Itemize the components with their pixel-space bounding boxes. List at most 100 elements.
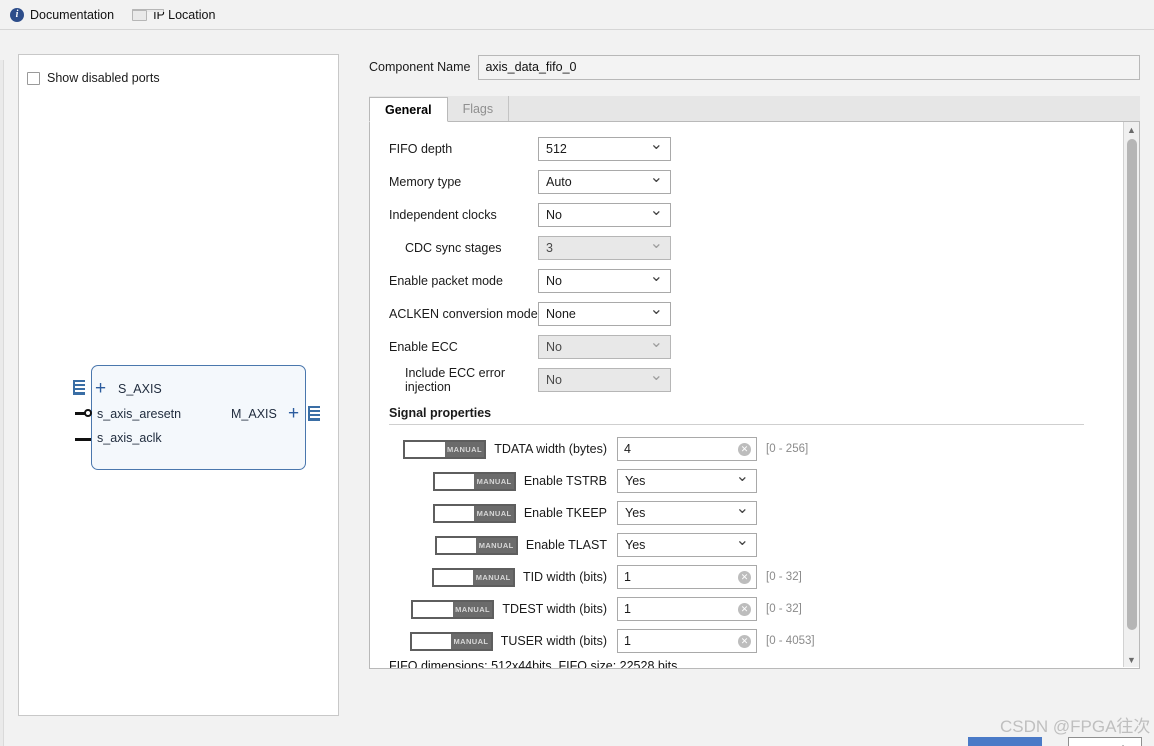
option-dropdown[interactable]: No ⌄ xyxy=(538,267,671,293)
option-dropdown[interactable]: 512 ⌄ xyxy=(538,136,671,161)
manual-auto-toggle[interactable]: MANUAL xyxy=(434,535,518,555)
dialog-body: Show disabled ports + S_AXIS s_axis_ares… xyxy=(0,30,1154,746)
signal-properties-list: MANUAL TDATA width (bytes) 4 ✕ [0 - 256] MANU… xyxy=(370,433,1124,657)
tab-flags[interactable]: Flags xyxy=(448,96,510,121)
manual-auto-toggle[interactable]: MANUAL xyxy=(432,503,516,523)
clear-icon[interactable]: ✕ xyxy=(738,442,751,456)
option-row: FIFO depth 512 ⌄ xyxy=(370,132,1124,165)
toggle-knob xyxy=(436,537,477,553)
manual-auto-toggle[interactable]: MANUAL xyxy=(411,599,495,619)
show-disabled-ports-label: Show disabled ports xyxy=(47,71,160,85)
toggle-manual-label: MANUAL xyxy=(451,633,491,649)
signal-value: 1 xyxy=(624,602,631,616)
scroll-down-icon[interactable]: ▼ xyxy=(1124,652,1140,667)
option-label: CDC sync stages xyxy=(405,240,502,255)
option-label: Memory type xyxy=(389,174,462,189)
signal-property-row: MANUAL Enable TKEEP Yes ⌄ xyxy=(370,497,1124,529)
clear-icon[interactable]: ✕ xyxy=(738,602,751,616)
ip-location-button[interactable]: IP Location xyxy=(132,8,215,22)
value-range-hint: [0 - 4053] xyxy=(766,635,815,647)
signal-value: Yes xyxy=(625,538,646,552)
option-row: Independent clocks No ⌄ xyxy=(370,198,1124,231)
signal-control-group: MANUAL TUSER width (bits) xyxy=(370,631,607,651)
cancel-button[interactable]: Cancel xyxy=(1068,737,1142,746)
value-range-hint: [0 - 256] xyxy=(766,443,809,455)
s-axis-aclk-port-icon xyxy=(75,438,91,441)
option-row: Enable ECC No ⌄ xyxy=(370,330,1124,363)
port-label-s-axis-aresetn: s_axis_aresetn xyxy=(97,407,182,421)
signal-value: Yes xyxy=(625,474,646,488)
fifo-dimensions-text: FIFO dimensions: 512x44bits, FIFO size: … xyxy=(389,659,678,669)
signal-property-label: Enable TSTRB xyxy=(523,474,607,488)
s-axis-expand-icon[interactable]: + xyxy=(95,379,106,398)
toggle-knob xyxy=(434,505,475,521)
signal-value-input[interactable]: 1 ✕ xyxy=(617,597,757,621)
toggle-knob xyxy=(413,601,453,617)
option-row: Memory type Auto ⌄ xyxy=(370,165,1124,198)
ip-block-symbol: + S_AXIS s_axis_aresetn s_axis_aclk M_AX… xyxy=(73,365,320,470)
option-dropdown[interactable]: Auto ⌄ xyxy=(538,169,671,194)
port-label-s-axis-aclk: s_axis_aclk xyxy=(97,431,162,445)
info-icon: i xyxy=(10,7,24,22)
value-range-hint: [0 - 32] xyxy=(766,603,802,615)
toggle-knob xyxy=(411,633,452,649)
option-value: No xyxy=(546,339,562,354)
signal-property-label: TID width (bits) xyxy=(522,570,607,584)
tab-content-general: FIFO depth 512 ⌄ Memory type Auto ⌄ Independen… xyxy=(369,122,1140,669)
signal-value-dropdown[interactable]: Yes ⌄ xyxy=(617,533,757,557)
toggle-manual-label: MANUAL xyxy=(474,473,514,489)
option-value: 512 xyxy=(546,141,567,156)
scrollbar-track[interactable] xyxy=(1124,137,1140,652)
scrollbar-thumb[interactable] xyxy=(1126,139,1137,630)
m-axis-bus-icon xyxy=(308,406,320,421)
signal-properties-title: Signal properties xyxy=(389,406,492,420)
option-dropdown[interactable]: None ⌄ xyxy=(538,301,671,326)
manual-auto-toggle[interactable]: MANUAL xyxy=(403,439,487,459)
tab-general[interactable]: General xyxy=(369,97,448,122)
option-label: Enable packet mode xyxy=(389,273,503,288)
component-name-label: Component Name xyxy=(369,60,471,74)
port-label-m-axis: M_AXIS xyxy=(231,407,277,421)
manual-auto-toggle[interactable]: MANUAL xyxy=(409,631,493,651)
configuration-panel: Component Name axis_data_fifo_0 General F… xyxy=(369,54,1140,716)
toggle-manual-label: MANUAL xyxy=(452,601,493,617)
documentation-button[interactable]: i Documentation xyxy=(10,7,115,22)
documentation-label: Documentation xyxy=(30,7,115,22)
ok-button[interactable]: OK xyxy=(968,737,1042,746)
manual-auto-toggle[interactable]: MANUAL xyxy=(431,567,515,587)
m-axis-expand-icon[interactable]: + xyxy=(288,404,299,423)
signal-value-input[interactable]: 1 ✕ xyxy=(617,629,757,653)
signal-value: 1 xyxy=(624,634,631,648)
value-range-hint: [0 - 32] xyxy=(766,571,802,583)
chevron-down-icon: ⌄ xyxy=(649,267,663,285)
show-disabled-ports-row[interactable]: Show disabled ports xyxy=(19,55,338,85)
signal-value-input[interactable]: 4 ✕ xyxy=(617,437,757,461)
s-axis-aresetn-port-icon xyxy=(75,409,93,418)
vertical-scrollbar[interactable]: ▲ ▼ xyxy=(1123,122,1139,667)
manual-auto-toggle[interactable]: MANUAL xyxy=(432,471,516,491)
signal-property-label: Enable TKEEP xyxy=(523,506,607,520)
top-toolbar: i Documentation IP Location xyxy=(0,0,1154,30)
signal-property-row: MANUAL TDATA width (bytes) 4 ✕ [0 - 256] xyxy=(370,433,1124,465)
option-row: ACLKEN conversion mode None ⌄ xyxy=(370,297,1124,330)
signal-value-dropdown[interactable]: Yes ⌄ xyxy=(617,501,757,525)
scroll-up-icon[interactable]: ▲ xyxy=(1124,122,1140,137)
signal-property-label: Enable TLAST xyxy=(525,538,607,552)
tab-bar: General Flags xyxy=(369,96,1140,122)
clear-icon[interactable]: ✕ xyxy=(738,634,751,648)
chevron-down-icon: ⌄ xyxy=(649,333,663,351)
signal-value-input[interactable]: 1 ✕ xyxy=(617,565,757,589)
ip-symbol-panel: Show disabled ports + S_AXIS s_axis_ares… xyxy=(18,54,339,716)
toggle-knob xyxy=(405,441,445,457)
show-disabled-ports-checkbox[interactable] xyxy=(27,71,40,85)
signal-value-dropdown[interactable]: Yes ⌄ xyxy=(617,469,757,493)
option-value: None xyxy=(546,306,576,321)
clear-icon[interactable]: ✕ xyxy=(738,570,751,584)
component-name-input[interactable]: axis_data_fifo_0 xyxy=(478,54,1140,80)
signal-property-label: TDATA width (bytes) xyxy=(494,442,607,456)
option-value: Auto xyxy=(546,174,572,189)
option-dropdown[interactable]: No ⌄ xyxy=(538,202,671,227)
option-label: ACLKEN conversion mode xyxy=(389,306,538,321)
option-value: No xyxy=(546,273,562,288)
toggle-manual-label: MANUAL xyxy=(473,569,513,585)
